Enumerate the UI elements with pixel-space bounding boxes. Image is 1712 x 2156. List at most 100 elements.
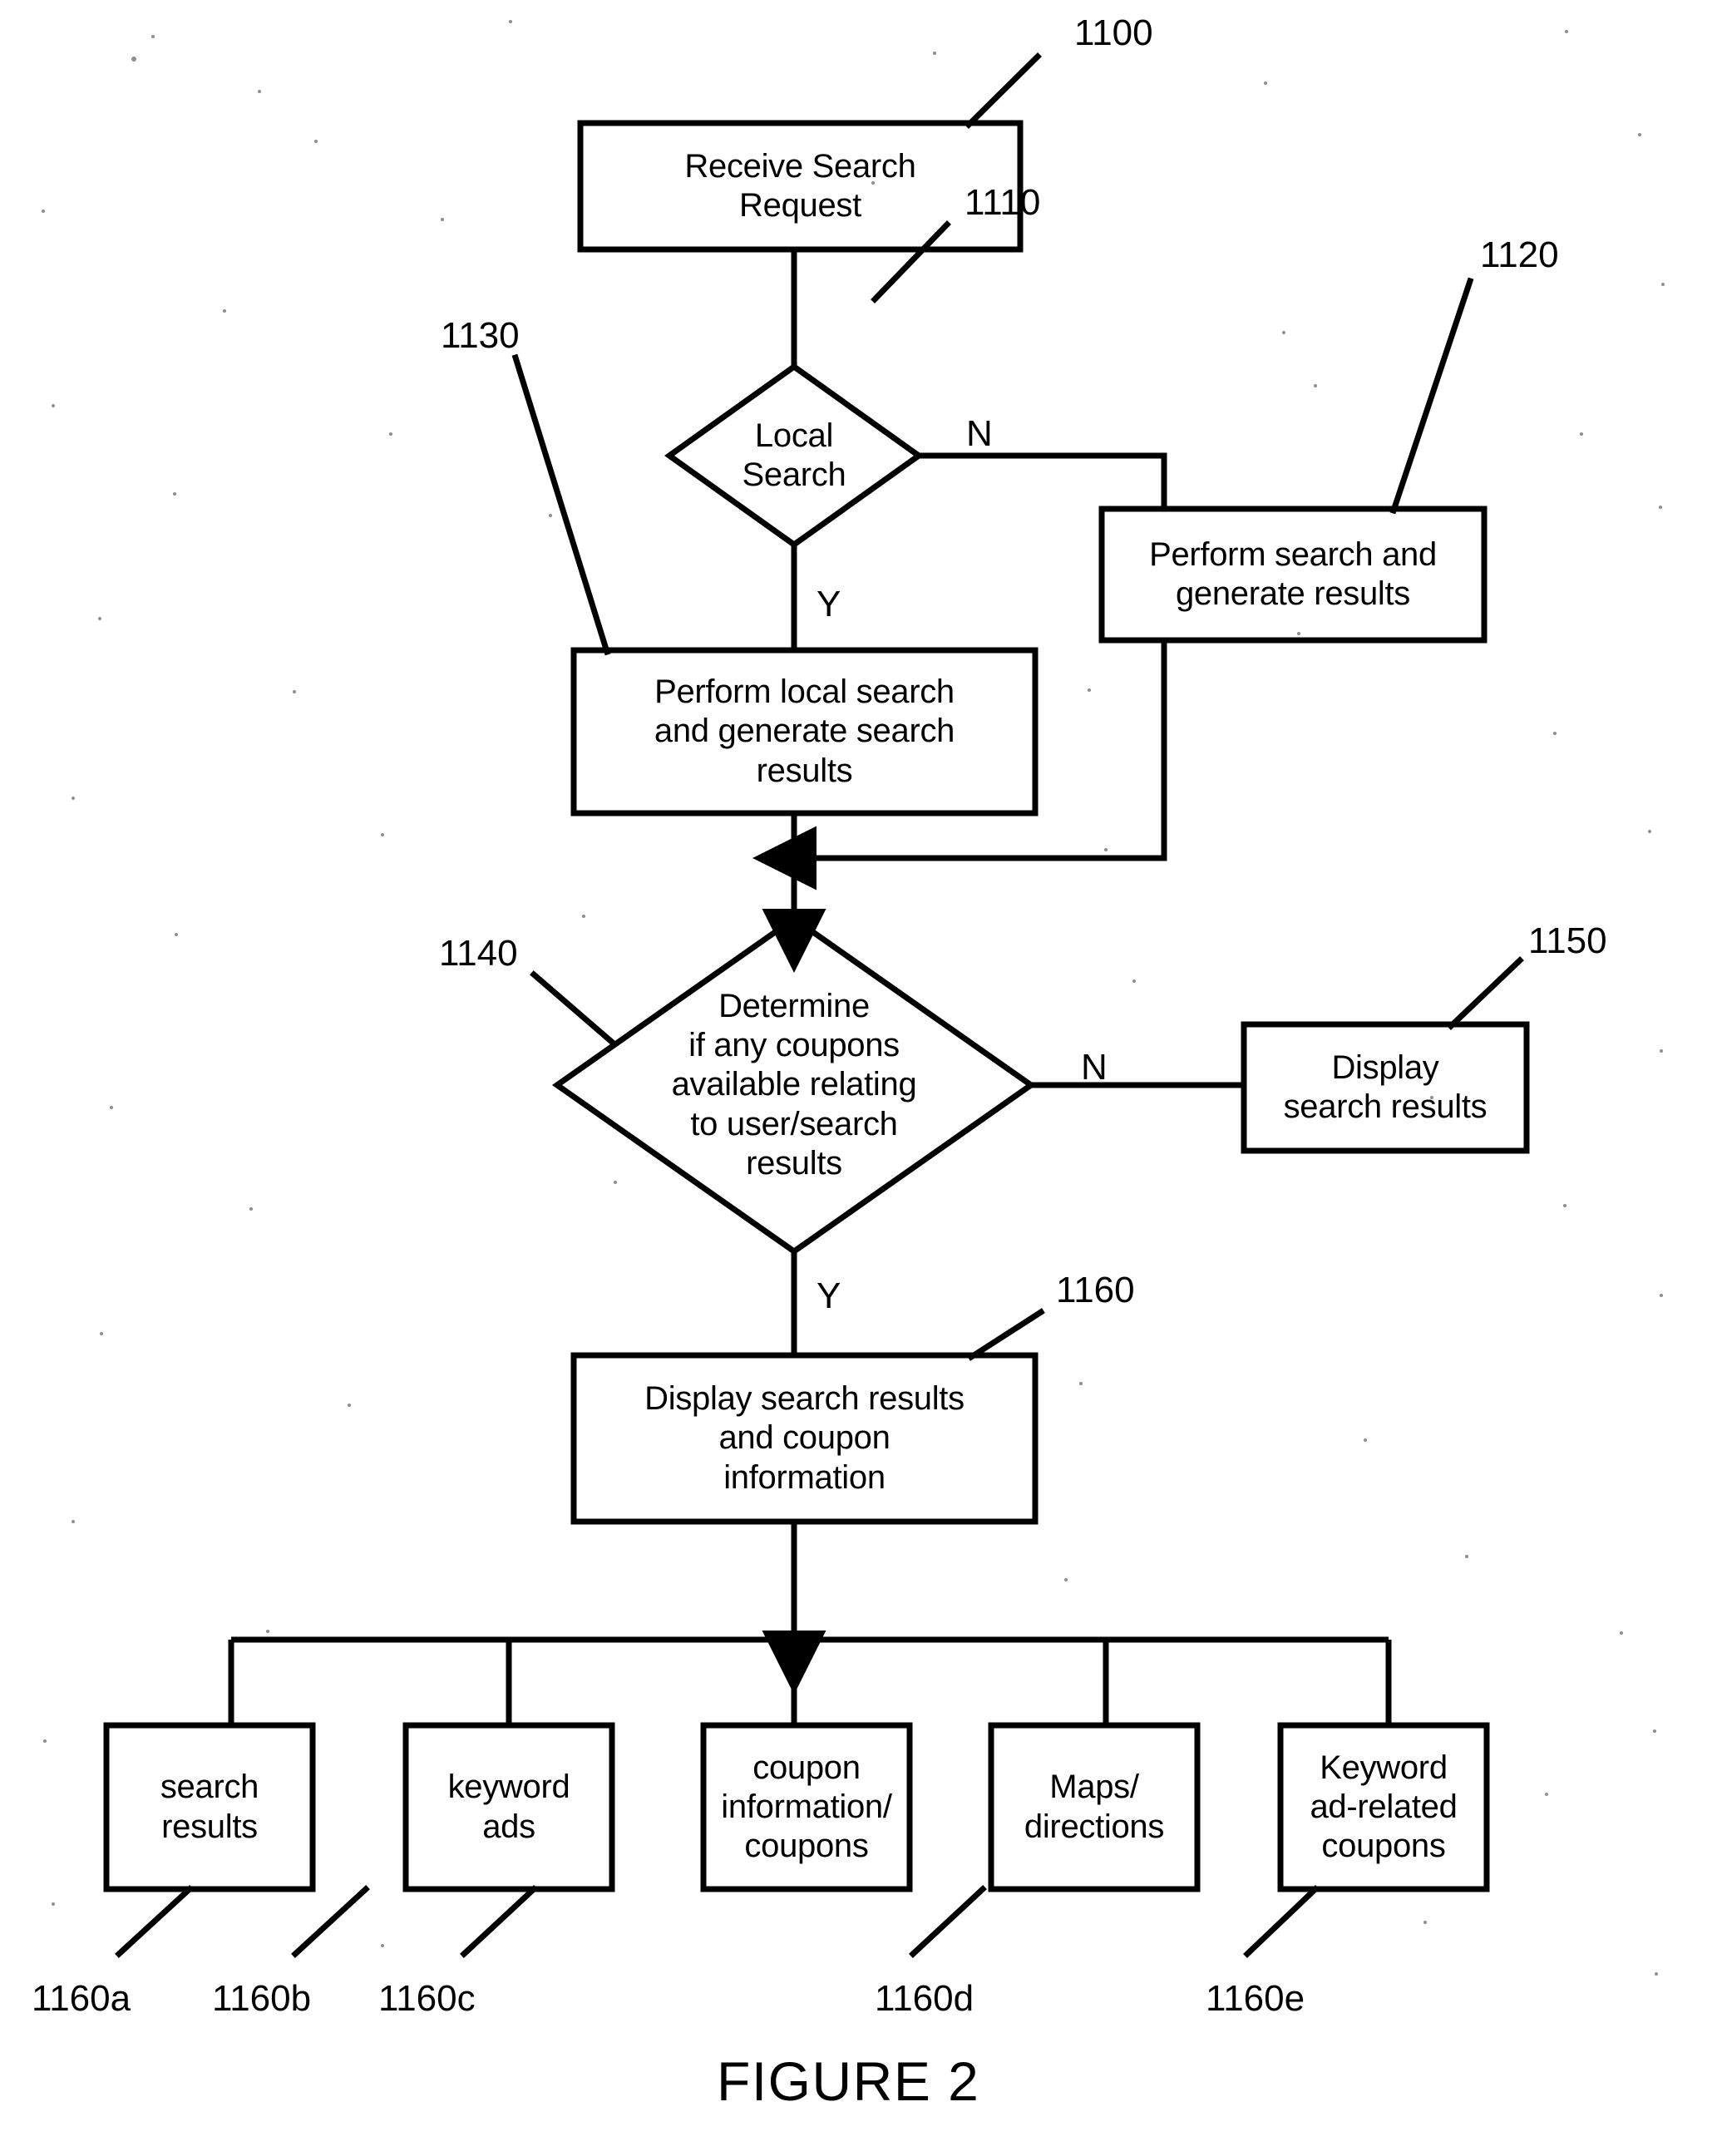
scan-speck	[1648, 830, 1651, 833]
scan-speck	[249, 1207, 253, 1211]
scan-speck	[100, 1332, 103, 1335]
leader-line-1130	[511, 353, 611, 656]
scan-speck	[1661, 283, 1665, 286]
scan-speck	[258, 90, 261, 93]
scan-speck	[72, 797, 75, 800]
node-box-1160d	[988, 1722, 1201, 1892]
figure-caption: FIGURE 2	[717, 2050, 980, 2112]
leader-line-1160e	[1243, 1885, 1320, 1958]
scan-speck	[1638, 133, 1641, 136]
scan-speck	[1088, 688, 1091, 692]
reference-numeral-1160b: 1160b	[212, 1978, 312, 2019]
scan-speck	[72, 1520, 75, 1523]
scan-speck	[1423, 1921, 1427, 1924]
leader-line-1160	[967, 1308, 1045, 1361]
scan-speck	[1264, 81, 1267, 85]
reference-numeral-1130: 1130	[441, 315, 520, 356]
node-box-1100	[577, 120, 1024, 253]
scan-speck	[52, 1902, 55, 1906]
scan-speck	[1064, 1578, 1068, 1581]
node-box-1160c	[700, 1722, 913, 1892]
scan-speck	[1659, 506, 1662, 509]
node-box-1160b	[402, 1722, 615, 1892]
branch-label-1140-yes: Y	[817, 1275, 841, 1316]
node-diamond-1140	[551, 915, 1037, 1256]
scan-speck	[933, 52, 936, 55]
scan-speck	[223, 309, 226, 313]
scan-speck	[1297, 632, 1300, 635]
scan-speck	[549, 514, 552, 517]
branch-label-1110-yes: Y	[817, 584, 841, 624]
scan-speck	[1580, 432, 1583, 436]
scan-speck	[98, 617, 101, 620]
scan-speck	[1553, 732, 1557, 735]
scan-speck	[1430, 1096, 1433, 1099]
connector-perform-search-return-to-merge	[752, 640, 1167, 891]
scan-speck	[1545, 1793, 1548, 1796]
patent-figure-page: Receive Search Request 1100 Local Search 11…	[0, 0, 1712, 2156]
reference-numeral-1160: 1160	[1056, 1270, 1135, 1310]
scan-speck	[1314, 384, 1317, 387]
scan-speck	[582, 915, 585, 918]
scan-speck	[293, 690, 296, 693]
branch-label-1140-no: N	[1081, 1047, 1108, 1088]
scan-speck	[348, 1404, 351, 1407]
scan-speck	[1660, 1049, 1663, 1053]
scan-speck	[1660, 1294, 1663, 1297]
scan-speck	[110, 1106, 113, 1109]
node-box-1150	[1241, 1021, 1530, 1154]
scan-speck	[1282, 331, 1285, 334]
scan-speck	[1132, 979, 1136, 983]
scan-speck	[1563, 1204, 1566, 1207]
node-box-1160e	[1277, 1722, 1490, 1892]
scan-speck	[871, 181, 875, 185]
leader-line-1160d	[909, 1885, 987, 1958]
leader-line-1120	[1389, 277, 1474, 515]
node-box-1160	[570, 1352, 1039, 1525]
leader-line-1160c	[460, 1885, 538, 1958]
scan-speck	[381, 1944, 384, 1947]
node-box-1120	[1098, 506, 1488, 644]
leader-line-1100	[965, 52, 1042, 129]
scan-speck	[266, 1630, 269, 1633]
scan-speck	[1079, 1382, 1083, 1385]
scan-speck	[1465, 1555, 1468, 1558]
scan-speck	[1104, 848, 1108, 851]
scan-speck	[151, 35, 155, 38]
scan-speck	[1655, 1972, 1658, 1976]
scan-speck	[1364, 1438, 1367, 1442]
scan-speck	[1565, 30, 1568, 33]
scan-speck	[314, 140, 318, 143]
reference-numeral-1100: 1100	[1074, 12, 1153, 53]
scan-speck	[175, 933, 178, 936]
scan-speck	[441, 218, 444, 221]
reference-numeral-1110: 1110	[965, 182, 1041, 223]
scan-speck	[381, 833, 384, 836]
scan-speck	[389, 432, 392, 436]
scan-speck	[509, 20, 512, 23]
node-box-1130	[570, 647, 1039, 817]
reference-numeral-1160a: 1160a	[32, 1978, 131, 2019]
connector-local-search-no-to-perform-search	[919, 452, 1167, 509]
reference-numeral-1160c: 1160c	[378, 1978, 476, 2019]
reference-numeral-1140: 1140	[439, 933, 518, 974]
node-box-1160a	[103, 1722, 316, 1892]
scan-speck	[43, 1739, 47, 1743]
node-diamond-1110	[664, 363, 925, 549]
scan-speck	[42, 210, 45, 213]
flowchart-canvas	[103, 52, 1530, 1958]
scan-speck	[173, 492, 176, 496]
scan-speck	[1620, 1631, 1623, 1635]
scan-speck	[131, 57, 136, 62]
leader-line-1110	[871, 220, 951, 303]
leader-line-1160a	[115, 1885, 194, 1958]
reference-numeral-1160d: 1160d	[875, 1978, 974, 2019]
scan-speck	[614, 1181, 617, 1184]
reference-numeral-1120: 1120	[1480, 234, 1559, 275]
leader-line-1140	[530, 970, 618, 1048]
leader-line-1160b	[291, 1885, 370, 1958]
scan-speck	[1653, 1729, 1656, 1733]
branch-label-1110-no: N	[966, 413, 993, 454]
scan-speck	[52, 404, 55, 407]
leader-line-1150	[1447, 956, 1524, 1030]
